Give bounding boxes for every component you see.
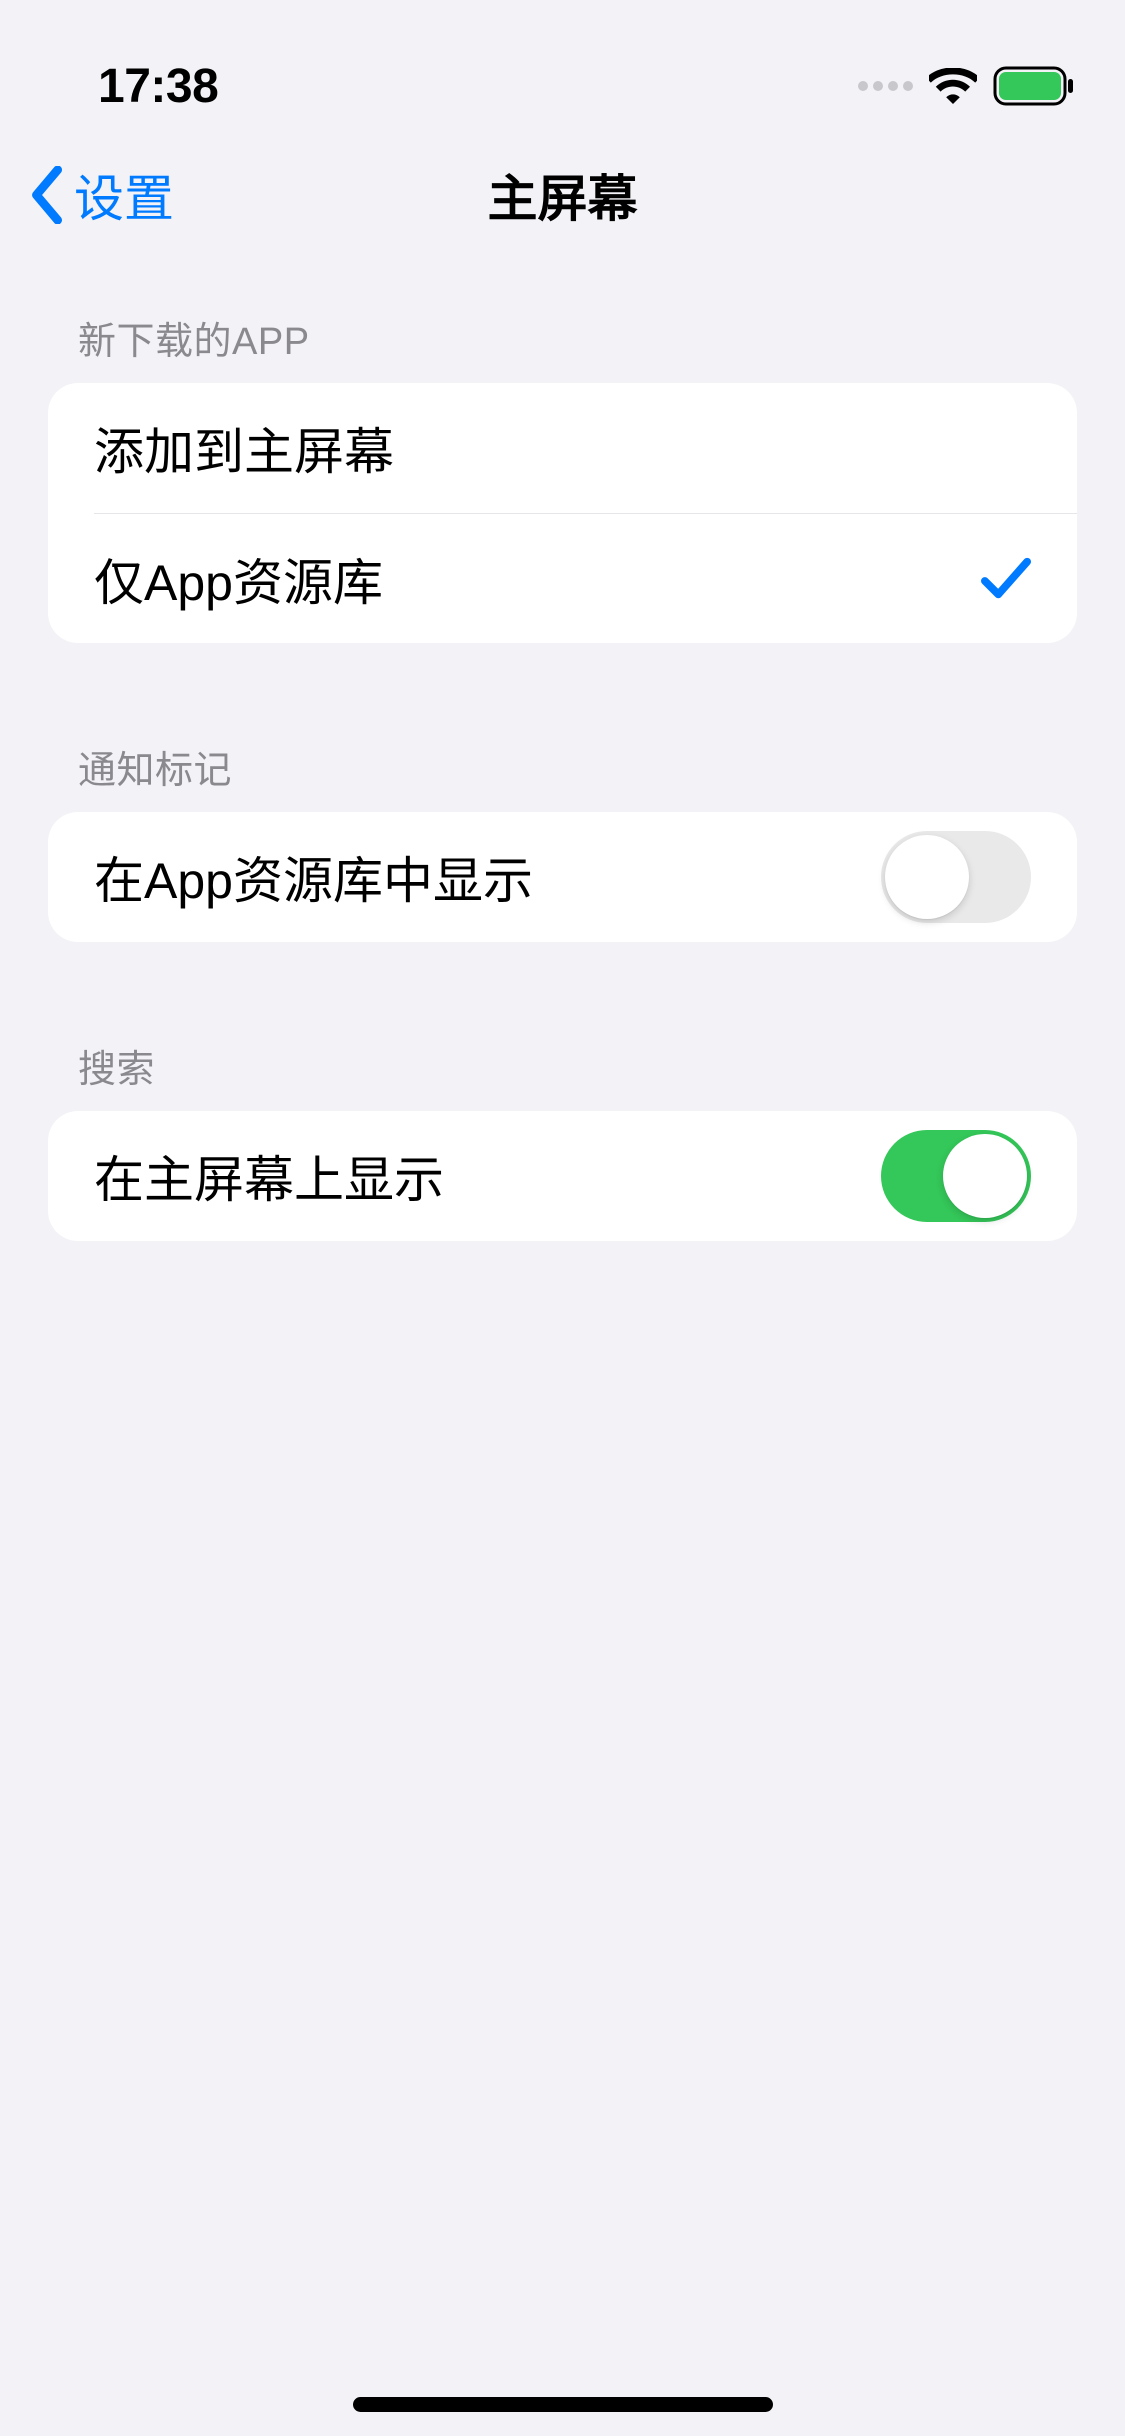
- cellular-dots-icon: [858, 81, 913, 91]
- section-header-badges: 通知标记: [48, 739, 1077, 812]
- option-label: 添加到主屏幕: [94, 412, 394, 484]
- row-show-on-home: 在主屏幕上显示: [48, 1111, 1077, 1241]
- toggle-show-in-app-library[interactable]: [881, 831, 1031, 923]
- checkmark-icon: [981, 555, 1031, 603]
- battery-icon: [993, 66, 1075, 106]
- home-indicator[interactable]: [353, 2397, 773, 2412]
- status-indicators: [858, 66, 1075, 106]
- group-newapps: 添加到主屏幕 仅App资源库: [48, 383, 1077, 643]
- option-add-to-home[interactable]: 添加到主屏幕: [48, 383, 1077, 513]
- back-label: 设置: [74, 159, 174, 231]
- option-app-library-only[interactable]: 仅App资源库: [94, 513, 1077, 643]
- toggle-knob: [885, 835, 969, 919]
- toggle-label: 在主屏幕上显示: [94, 1140, 444, 1212]
- section-header-newapps: 新下载的APP: [48, 310, 1077, 383]
- group-badges: 在App资源库中显示: [48, 812, 1077, 942]
- toggle-label: 在App资源库中显示: [94, 841, 533, 913]
- section-header-search: 搜索: [48, 1038, 1077, 1111]
- toggle-knob: [943, 1134, 1027, 1218]
- back-button[interactable]: 设置: [30, 159, 174, 231]
- nav-bar: 设置 主屏幕: [0, 130, 1125, 260]
- chevron-left-icon: [30, 166, 66, 224]
- toggle-show-on-home[interactable]: [881, 1130, 1031, 1222]
- wifi-icon: [929, 68, 977, 104]
- option-label: 仅App资源库: [94, 543, 383, 615]
- row-show-in-app-library: 在App资源库中显示: [48, 812, 1077, 942]
- page-title: 主屏幕: [488, 159, 638, 231]
- status-bar: 17:38: [0, 0, 1125, 130]
- status-time: 17:38: [98, 59, 218, 114]
- group-search: 在主屏幕上显示: [48, 1111, 1077, 1241]
